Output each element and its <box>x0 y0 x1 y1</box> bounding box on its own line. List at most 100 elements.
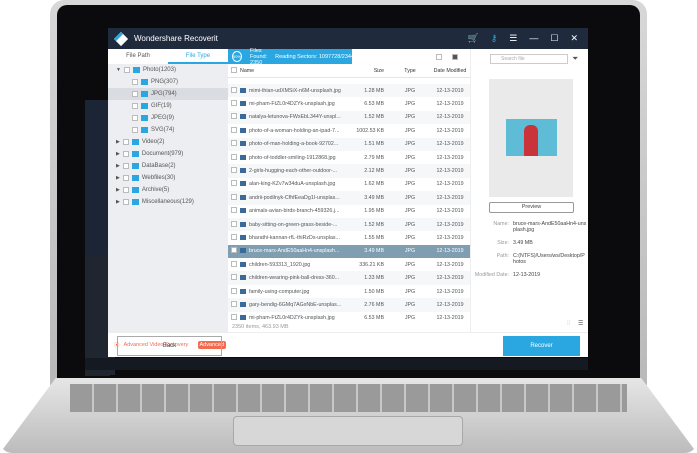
row-checkbox[interactable] <box>231 153 237 160</box>
row-checkbox[interactable] <box>231 207 237 214</box>
tree-item-label: Miscellaneous(129) <box>141 199 194 205</box>
tree-checkbox[interactable] <box>132 103 138 109</box>
folder-icon <box>141 103 148 109</box>
column-type[interactable]: Type <box>390 68 430 74</box>
table-row[interactable]: photo-of-toddler-smiling-1912868.jpg 2.79… <box>228 151 470 164</box>
row-checkbox[interactable] <box>231 300 237 307</box>
table-row[interactable]: photo-of-man-holding-a-book-92702... 1.51… <box>228 137 470 151</box>
table-row[interactable]: bharathi-kannan-rfL-thiRzDs-unsplas... 1.… <box>228 231 470 244</box>
select-all-checkbox[interactable] <box>231 66 237 73</box>
tree-checkbox[interactable] <box>122 163 129 169</box>
tree-checkbox[interactable] <box>122 199 129 205</box>
table-row[interactable]: animals-avian-birds-branch-459326.j... 1.… <box>228 205 470 218</box>
row-checkbox[interactable] <box>231 260 237 267</box>
row-checkbox[interactable] <box>231 167 237 174</box>
image-file-icon <box>240 87 246 93</box>
back-button[interactable]: Back <box>117 336 222 356</box>
folder-icon <box>141 115 148 121</box>
close-icon[interactable]: ✕ <box>570 33 578 44</box>
table-row[interactable]: gary-bendig-6GMq7AGxNbE-unsplas... 2.76 M… <box>228 298 470 312</box>
tab-file-path[interactable]: File Path <box>108 49 168 64</box>
expand-arrow-icon[interactable]: ▶ <box>116 148 120 160</box>
pause-button[interactable] <box>436 53 442 60</box>
key-icon[interactable]: ⚷ <box>491 33 498 44</box>
image-file-icon <box>240 114 246 120</box>
row-checkbox[interactable] <box>231 233 237 240</box>
file-size: 1002.53 KB <box>356 127 384 134</box>
file-type: JPG <box>404 168 416 175</box>
table-row[interactable]: andrii-podilnyk-CfhfEeaDg1I-unsplas... 3.… <box>228 191 470 205</box>
tree-item[interactable]: ▼ Photo(1203) <box>108 64 228 76</box>
expand-arrow-icon[interactable]: ▶ <box>116 184 120 196</box>
tree-checkbox[interactable] <box>122 187 129 193</box>
tree-item[interactable]: ▶ Webfiles(30) <box>108 172 228 184</box>
folder-icon <box>131 199 139 205</box>
table-row[interactable]: 2-girls-hugging-each-other-outdoor-... 2.… <box>228 164 470 178</box>
table-row[interactable]: children-593313_1920.jpg 336.21 KB JPG 12-1… <box>228 258 470 271</box>
tree-checkbox[interactable] <box>123 67 130 73</box>
row-checkbox[interactable] <box>231 180 237 187</box>
table-row[interactable]: mimi-thian-udXMSiX-n6M-unsplash.jpg 1.28 … <box>228 84 470 98</box>
preview-button[interactable]: Preview <box>489 202 574 213</box>
filter-icon[interactable]: ⏷ <box>572 54 578 64</box>
file-date: 12-13-2019 <box>436 301 464 308</box>
tab-file-type[interactable]: File Type <box>168 49 228 64</box>
image-file-icon <box>240 208 246 214</box>
row-checkbox[interactable] <box>231 100 237 107</box>
table-row[interactable]: photo-of-a-woman-holding-an-ipad-7... 100… <box>228 124 470 137</box>
row-checkbox[interactable] <box>231 126 237 133</box>
row-checkbox[interactable] <box>231 86 237 93</box>
expand-arrow-icon[interactable]: ▶ <box>116 160 120 172</box>
column-date[interactable]: Date Modified <box>430 68 470 74</box>
tree-item[interactable]: SVG(74) <box>108 124 228 136</box>
expand-arrow-icon[interactable]: ▶ <box>116 172 120 184</box>
tree-item[interactable]: ▶ Video(2) <box>108 136 228 148</box>
tree-item[interactable]: PNG(307) <box>108 76 228 88</box>
tree-item-label: Video(2) <box>141 139 165 145</box>
expand-arrow-icon[interactable]: ▼ <box>116 64 121 76</box>
expand-arrow-icon[interactable]: ▶ <box>116 136 120 148</box>
table-row[interactable]: family-using-computer.jpg 1.50 MB JPG 12-13… <box>228 285 470 298</box>
tree-checkbox[interactable] <box>132 115 138 121</box>
minimize-icon[interactable]: — <box>529 33 538 44</box>
recover-button[interactable]: Recover <box>503 336 580 356</box>
tree-checkbox[interactable] <box>132 91 138 97</box>
search-input[interactable]: Search file <box>490 54 568 64</box>
tree-checkbox[interactable] <box>122 175 129 181</box>
tree-item[interactable]: ▶ Archive(5) <box>108 184 228 196</box>
row-checkbox[interactable] <box>231 193 237 200</box>
table-row[interactable]: natalya-letunova-FWxEbL344Y-unspl... 1.52… <box>228 110 470 125</box>
row-checkbox[interactable] <box>231 314 237 321</box>
table-row[interactable]: mi-pham-FtZL0r4DZYk-unsplash.jpg 6.53 MB J… <box>228 97 470 110</box>
grid-view-icon[interactable]: ⁞⁞ <box>567 321 570 327</box>
tree-item[interactable]: ▶ Miscellaneous(129) <box>108 196 228 208</box>
row-checkbox[interactable] <box>231 287 237 294</box>
tree-item[interactable]: ▶ Document(979) <box>108 148 228 160</box>
tree-item[interactable]: GIF(19) <box>108 100 228 112</box>
table-row[interactable]: bruce-mars-AndE50aaHn4-unsplash... 3.49 M… <box>228 244 470 259</box>
row-checkbox[interactable] <box>231 113 237 120</box>
tree-item[interactable]: JPEG(9) <box>108 112 228 124</box>
tree-item[interactable]: ▶ DataBase(2) <box>108 160 228 172</box>
menu-icon[interactable]: ☰ <box>509 33 517 44</box>
row-checkbox[interactable] <box>231 247 237 254</box>
table-row[interactable]: alan-king-KZv7w34duA-unsplash.jpg 1.62 MB… <box>228 178 470 191</box>
cart-icon[interactable]: 🛒 <box>467 33 478 44</box>
list-view-icon[interactable]: ☰ <box>578 320 583 327</box>
expand-arrow-icon[interactable]: ▶ <box>116 196 120 208</box>
stop-button[interactable] <box>452 53 458 60</box>
tree-checkbox[interactable] <box>132 79 138 85</box>
table-row[interactable]: children-wearing-pink-ball-dress-360... 1… <box>228 271 470 285</box>
file-date: 12-13-2019 <box>436 87 464 94</box>
row-checkbox[interactable] <box>231 140 237 147</box>
column-name[interactable]: Name <box>240 68 350 74</box>
tree-item[interactable]: JPG(794) <box>108 88 228 100</box>
table-row[interactable]: baby-sitting-on-green-grass-beside-... 1.… <box>228 217 470 232</box>
maximize-icon[interactable]: ☐ <box>550 33 558 44</box>
row-checkbox[interactable] <box>231 220 237 227</box>
tree-checkbox[interactable] <box>122 139 129 145</box>
tree-checkbox[interactable] <box>122 151 129 157</box>
tree-checkbox[interactable] <box>132 127 138 133</box>
row-checkbox[interactable] <box>231 274 237 281</box>
column-size[interactable]: Size <box>350 68 390 74</box>
